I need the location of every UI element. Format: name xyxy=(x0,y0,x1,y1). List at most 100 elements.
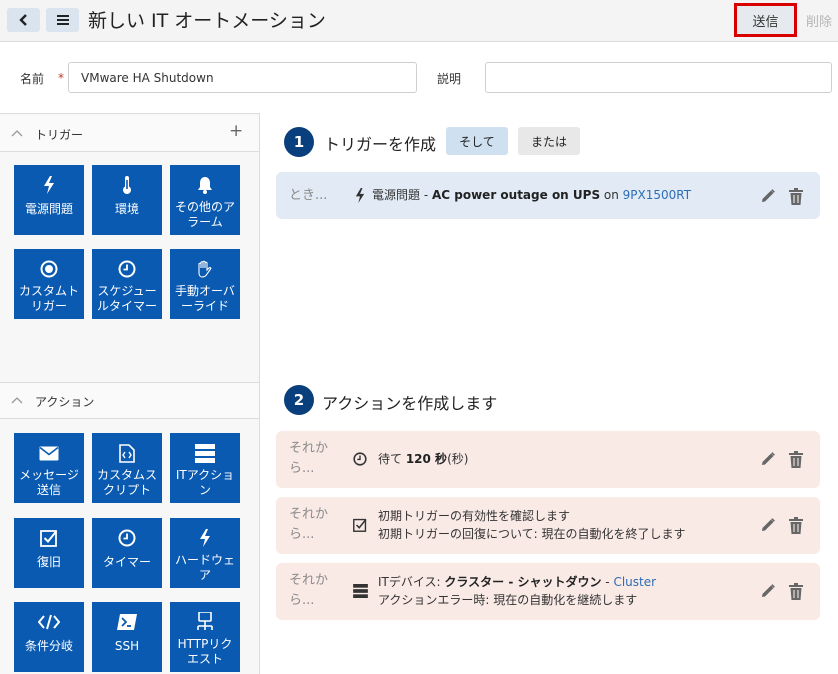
action-tile-custom-script[interactable]: カスタムスクリプト xyxy=(92,433,162,503)
record-icon xyxy=(14,259,84,279)
lightning-icon xyxy=(14,175,84,195)
it-device-separator: - xyxy=(601,575,614,589)
tile-label: 環境 xyxy=(114,202,139,216)
wait-duration: 120 秒 xyxy=(405,452,448,466)
trash-icon xyxy=(789,516,803,534)
trash-icon xyxy=(789,187,803,205)
it-device-prefix: ITデバイス: xyxy=(378,575,445,589)
tile-label: カスタムスクリプト xyxy=(96,468,157,497)
trigger-tile-power[interactable]: 電源問題 xyxy=(14,165,84,235)
header-bar: 新しい IT オートメーション 送信 削除 xyxy=(0,0,838,42)
action-tile-http-request[interactable]: HTTPリクエスト xyxy=(170,602,240,672)
hamburger-menu-icon xyxy=(56,15,69,25)
description-label: 説明 xyxy=(437,72,462,86)
tile-label: その他のアラーム xyxy=(174,200,235,229)
tile-label: ITアクション xyxy=(175,468,235,497)
trigger-tile-environment[interactable]: 環境 xyxy=(92,165,162,235)
actions-section-title: アクション xyxy=(35,395,95,409)
step-2-number: 2 xyxy=(284,385,314,415)
card-prefix: それから... xyxy=(289,571,328,611)
check-trigger-line1: 初期トリガーの有効性を確認します xyxy=(378,509,571,523)
hand-icon xyxy=(170,259,240,279)
action-tile-hardware[interactable]: ハードウェア xyxy=(170,518,240,588)
tile-label: 手動オーバーライド xyxy=(175,284,235,313)
step-1-number: 1 xyxy=(284,127,314,157)
wait-prefix: 待て xyxy=(378,452,406,466)
clock-icon xyxy=(92,259,162,279)
card-prefix: それから... xyxy=(289,439,328,479)
card-prefix-line2: ら... xyxy=(289,593,315,608)
action-tile-recovery[interactable]: 復旧 xyxy=(14,518,84,588)
code-icon xyxy=(14,612,84,632)
trigger-device-link[interactable]: 9PX1500RT xyxy=(623,188,691,202)
it-device-target-link[interactable]: Cluster xyxy=(613,575,656,589)
description-input[interactable] xyxy=(485,62,832,93)
action-tile-it-action[interactable]: ITアクション xyxy=(170,433,240,503)
thermometer-icon xyxy=(92,175,162,195)
delete-trigger-button[interactable] xyxy=(787,187,805,205)
bell-icon xyxy=(170,175,240,195)
trigger-tile-manual-override[interactable]: 手動オーバーライド xyxy=(170,249,240,319)
it-device-action: クラスター - シャットダウン xyxy=(444,575,602,589)
name-label: 名前 xyxy=(20,72,45,86)
action-tile-timer[interactable]: タイマー xyxy=(92,518,162,588)
action-tile-send-message[interactable]: メッセージ送信 xyxy=(14,433,84,503)
and-toggle-button[interactable]: そして xyxy=(446,127,508,155)
network-icon xyxy=(170,612,240,632)
tile-label: SSH xyxy=(114,639,140,653)
server-icon xyxy=(352,583,368,599)
trash-icon xyxy=(789,450,803,468)
action-card-check-trigger[interactable]: それから... 初期トリガーの有効性を確認します 初期トリガーの回復について: 現… xyxy=(276,497,820,554)
pencil-icon xyxy=(762,518,775,531)
chevron-left-icon xyxy=(18,14,27,26)
delete-button[interactable]: 削除 xyxy=(806,11,832,30)
delete-action-button[interactable] xyxy=(787,450,805,468)
back-button[interactable] xyxy=(7,8,40,32)
trigger-tile-custom[interactable]: カスタムトリガー xyxy=(14,249,84,319)
action-tile-conditional[interactable]: 条件分岐 xyxy=(14,602,84,672)
trigger-on-word: on xyxy=(600,188,623,202)
action-card-wait[interactable]: それから... 待て 120 秒(秒) xyxy=(276,431,820,488)
card-prefix-line1: それか xyxy=(289,507,329,522)
send-button[interactable]: 送信 xyxy=(734,3,797,37)
envelope-icon xyxy=(14,443,84,463)
card-prefix: それから... xyxy=(289,505,328,545)
edit-action-button[interactable] xyxy=(759,582,777,600)
delete-action-button[interactable] xyxy=(787,516,805,534)
plus-icon[interactable]: + xyxy=(229,121,243,141)
chevron-up-icon xyxy=(11,130,23,137)
actions-section-header[interactable]: アクション xyxy=(0,383,259,419)
pencil-icon xyxy=(762,584,775,597)
tile-label: HTTPリクエスト xyxy=(177,637,233,666)
edit-trigger-button[interactable] xyxy=(759,187,777,205)
wait-unit: (秒) xyxy=(447,452,469,466)
check-trigger-description: 初期トリガーの有効性を確認します 初期トリガーの回復について: 現在の自動化を終了… xyxy=(378,507,686,543)
checkbox-icon xyxy=(352,517,368,533)
card-prefix-line1: それか xyxy=(289,441,329,456)
page-title: 新しい IT オートメーション xyxy=(88,10,326,32)
pencil-icon xyxy=(762,452,775,465)
name-input[interactable] xyxy=(68,62,417,93)
trigger-tile-other-alarms[interactable]: その他のアラーム xyxy=(170,165,240,235)
card-prefix-line1: それか xyxy=(289,573,329,588)
triggers-section-header[interactable]: トリガー + xyxy=(0,116,259,152)
tile-label: 条件分岐 xyxy=(24,639,73,653)
script-file-icon xyxy=(92,443,162,463)
action-tile-ssh[interactable]: SSH xyxy=(92,602,162,672)
action-card-it-device[interactable]: それから... ITデバイス: クラスター - シャットダウン - Cluste… xyxy=(276,563,820,620)
card-prefix-line2: ら... xyxy=(289,527,315,542)
lightning-icon xyxy=(352,187,368,203)
tile-label: スケジュールタイマー xyxy=(96,284,157,313)
chevron-up-icon xyxy=(11,397,23,404)
trigger-tile-schedule-timer[interactable]: スケジュールタイマー xyxy=(92,249,162,319)
edit-action-button[interactable] xyxy=(759,516,777,534)
card-prefix-line2: ら... xyxy=(289,461,315,476)
or-toggle-button[interactable]: または xyxy=(518,127,580,155)
trigger-category: 電源問題 xyxy=(372,188,421,202)
tile-label: ハードウェア xyxy=(174,553,235,582)
card-prefix: とき... xyxy=(289,188,328,203)
delete-action-button[interactable] xyxy=(787,582,805,600)
edit-action-button[interactable] xyxy=(759,450,777,468)
trigger-card[interactable]: とき... 電源問題 - AC power outage on UPS on 9… xyxy=(276,172,820,219)
menu-button[interactable] xyxy=(46,8,79,32)
